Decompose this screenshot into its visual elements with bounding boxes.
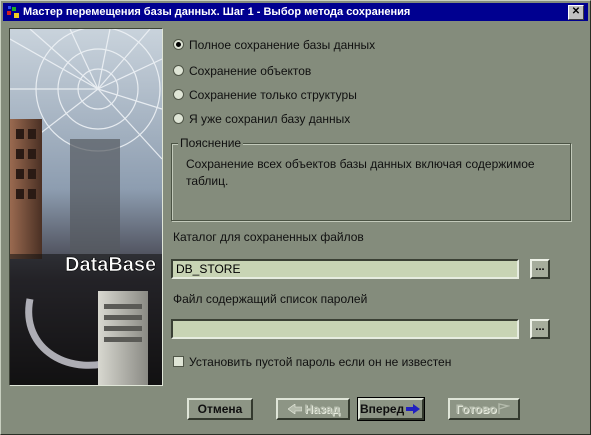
- finish-button[interactable]: Готово: [448, 398, 520, 420]
- title-bar[interactable]: Мастер перемещения базы данных. Шаг 1 - …: [3, 3, 588, 21]
- window-title: Мастер перемещения базы данных. Шаг 1 - …: [23, 6, 411, 18]
- option-structure-only[interactable]: Сохранение только структуры: [173, 88, 357, 104]
- radio-button[interactable]: [173, 113, 184, 125]
- explanation-group: Пояснение Сохранение всех объектов базы …: [171, 136, 571, 221]
- finish-flag-icon: [498, 402, 511, 414]
- app-icon: [7, 6, 19, 18]
- option-label: Сохранение только структуры: [189, 88, 357, 102]
- logo-text: DataBase: [65, 254, 156, 276]
- option-label: Полное сохранение базы данных: [189, 38, 376, 52]
- empty-password-option[interactable]: Установить пустой пароль если он не изве…: [173, 355, 451, 369]
- radio-button[interactable]: [173, 89, 184, 101]
- directory-label: Каталог для сохраненных файлов: [173, 230, 364, 244]
- close-icon: ✕: [571, 6, 581, 17]
- radio-button[interactable]: [173, 65, 184, 77]
- option-already-saved[interactable]: Я уже сохранил базу данных: [173, 112, 350, 128]
- cancel-label: Отмена: [197, 402, 243, 416]
- passwords-file-label: Файл содержащий список паролей: [173, 292, 368, 306]
- explanation-legend: Пояснение: [178, 136, 244, 150]
- wizard-side-image: DataBase: [9, 28, 163, 386]
- radio-button-checked[interactable]: [173, 39, 184, 51]
- wizard-window: Мастер перемещения базы данных. Шаг 1 - …: [0, 0, 591, 435]
- empty-password-checkbox[interactable]: [173, 356, 184, 368]
- option-objects-backup[interactable]: Сохранение объектов: [173, 64, 311, 80]
- cancel-button[interactable]: Отмена: [187, 398, 253, 420]
- back-button[interactable]: Назад: [276, 398, 350, 420]
- option-full-backup[interactable]: Полное сохранение базы данных: [173, 38, 375, 54]
- empty-password-label: Установить пустой пароль если он не изве…: [189, 355, 452, 369]
- directory-browse-button[interactable]: ...: [530, 259, 550, 279]
- back-arrow-icon: [288, 403, 303, 414]
- passwords-file-input[interactable]: [171, 319, 519, 339]
- next-label: Вперед: [360, 402, 405, 416]
- next-button[interactable]: Вперед: [357, 397, 425, 421]
- back-label: Назад: [304, 402, 340, 416]
- passwords-file-browse-button[interactable]: ...: [530, 319, 550, 339]
- option-label: Я уже сохранил базу данных: [189, 112, 351, 126]
- directory-value: DB_STORE: [176, 262, 241, 276]
- option-label: Сохранение объектов: [189, 64, 312, 78]
- next-arrow-icon: [406, 403, 421, 414]
- explanation-text: Сохранение всех объектов базы данных вкл…: [186, 157, 535, 188]
- close-button[interactable]: ✕: [568, 5, 584, 20]
- finish-label: Готово: [455, 402, 497, 416]
- directory-input[interactable]: DB_STORE: [171, 259, 519, 279]
